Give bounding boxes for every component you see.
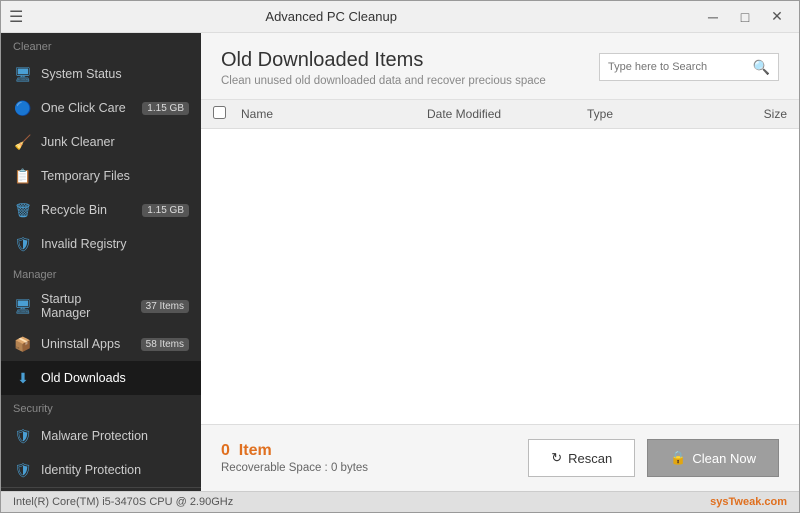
- footer-info: 0 Item Recoverable Space : 0 bytes: [221, 442, 368, 474]
- search-input[interactable]: [608, 61, 753, 73]
- sidebar-item-label: Identity Protection: [41, 463, 189, 477]
- sidebar-item-label: Startup Manager: [41, 292, 133, 320]
- sidebar: Cleaner 🖥 System Status 🔵 One Click Care…: [1, 33, 201, 491]
- uninstall-badge: 58 Items: [141, 338, 189, 351]
- rescan-icon: ↻: [551, 450, 562, 466]
- sidebar-item-label: Temporary Files: [41, 169, 189, 183]
- sidebar-item-junk-cleaner[interactable]: 🧹 Junk Cleaner: [1, 125, 201, 159]
- header-size: Size: [707, 107, 787, 121]
- startup-badge: 37 Items: [141, 300, 189, 313]
- identity-icon: 🛡: [13, 460, 33, 480]
- header-date-modified: Date Modified: [427, 107, 587, 121]
- junk-icon: 🧹: [13, 132, 33, 152]
- sidebar-item-one-click-care[interactable]: 🔵 One Click Care 1.15 GB: [1, 91, 201, 125]
- sidebar-item-malware-protection[interactable]: 🛡 Malware Protection: [1, 419, 201, 453]
- hamburger-icon[interactable]: ☰: [9, 7, 23, 27]
- table-area: Name Date Modified Type Size: [201, 100, 799, 424]
- cleaner-section-label: Cleaner: [1, 33, 201, 57]
- monitor-icon: 🖥: [13, 64, 33, 84]
- sidebar-item-startup-manager[interactable]: 🖥 Startup Manager 37 Items: [1, 285, 201, 327]
- clean-icon: 🔒: [670, 450, 686, 466]
- sidebar-item-identity-protection[interactable]: 🛡 Identity Protection: [1, 453, 201, 487]
- main-content: Cleaner 🖥 System Status 🔵 One Click Care…: [1, 33, 799, 491]
- sidebar-item-label: Uninstall Apps: [41, 337, 133, 351]
- title-bar-left: ☰: [9, 7, 23, 27]
- footer-actions: ↻ Rescan 🔒 Clean Now: [528, 439, 779, 477]
- malware-icon: 🛡: [13, 426, 33, 446]
- downloads-icon: ⬇: [13, 368, 33, 388]
- temp-icon: 📋: [13, 166, 33, 186]
- brand-prefix: sys: [710, 496, 728, 508]
- sidebar-item-label: Old Downloads: [41, 371, 189, 385]
- sidebar-item-label: One Click Care: [41, 101, 134, 115]
- brand-suffix: .com: [761, 496, 787, 508]
- panel-header: Old Downloaded Items Clean unused old do…: [201, 33, 799, 100]
- item-count-number: 0: [221, 442, 230, 459]
- item-count-label: Item: [239, 442, 272, 459]
- sidebar-item-temporary-files[interactable]: 📋 Temporary Files: [1, 159, 201, 193]
- select-all-checkbox[interactable]: [213, 106, 226, 119]
- startup-icon: 🖥: [13, 296, 33, 316]
- sidebar-item-uninstall-apps[interactable]: 📦 Uninstall Apps 58 Items: [1, 327, 201, 361]
- sidebar-item-label: System Status: [41, 67, 189, 81]
- panel-header-left: Old Downloaded Items Clean unused old do…: [221, 49, 546, 87]
- maximize-button[interactable]: □: [731, 6, 759, 28]
- recoverable-space: Recoverable Space : 0 bytes: [221, 462, 368, 474]
- header-type: Type: [587, 107, 707, 121]
- clean-now-button[interactable]: 🔒 Clean Now: [647, 439, 779, 477]
- table-header: Name Date Modified Type Size: [201, 100, 799, 129]
- panel-footer: 0 Item Recoverable Space : 0 bytes ↻ Res…: [201, 424, 799, 491]
- search-box: 🔍: [599, 53, 779, 81]
- brand-name: Tweak: [729, 496, 762, 508]
- sidebar-item-label: Recycle Bin: [41, 203, 134, 217]
- uninstall-icon: 📦: [13, 334, 33, 354]
- security-section-label: Security: [1, 395, 201, 419]
- panel-subtitle: Clean unused old downloaded data and rec…: [221, 75, 546, 87]
- table-empty-area: [201, 129, 799, 329]
- brand-info: sysTweak.com: [710, 496, 787, 508]
- cpu-info: Intel(R) Core(TM) i5-3470S CPU @ 2.90GHz: [13, 496, 233, 508]
- clean-label: Clean Now: [692, 451, 756, 466]
- minimize-button[interactable]: ─: [699, 6, 727, 28]
- title-bar: ☰ Advanced PC Cleanup ─ □ ✕: [1, 1, 799, 33]
- close-button[interactable]: ✕: [763, 6, 791, 28]
- main-window: ☰ Advanced PC Cleanup ─ □ ✕ Cleaner 🖥 Sy…: [0, 0, 800, 513]
- right-panel: Old Downloaded Items Clean unused old do…: [201, 33, 799, 491]
- sidebar-item-label: Malware Protection: [41, 429, 189, 443]
- status-bar: Intel(R) Core(TM) i5-3470S CPU @ 2.90GHz…: [1, 491, 799, 512]
- rescan-label: Rescan: [568, 451, 612, 466]
- one-click-icon: 🔵: [13, 98, 33, 118]
- sidebar-item-label: Junk Cleaner: [41, 135, 189, 149]
- manager-section-label: Manager: [1, 261, 201, 285]
- header-name: Name: [241, 107, 427, 121]
- header-checkbox-col: [213, 106, 241, 122]
- one-click-badge: 1.15 GB: [142, 102, 189, 115]
- sidebar-item-old-downloads[interactable]: ⬇ Old Downloads: [1, 361, 201, 395]
- recycle-badge: 1.15 GB: [142, 204, 189, 217]
- search-icon[interactable]: 🔍: [753, 59, 770, 76]
- rescan-button[interactable]: ↻ Rescan: [528, 439, 635, 477]
- recycle-icon: 🗑: [13, 200, 33, 220]
- window-title: Advanced PC Cleanup: [23, 9, 639, 24]
- item-count: 0 Item: [221, 442, 368, 460]
- sidebar-item-system-status[interactable]: 🖥 System Status: [1, 57, 201, 91]
- sidebar-item-recycle-bin[interactable]: 🗑 Recycle Bin 1.15 GB: [1, 193, 201, 227]
- panel-title: Old Downloaded Items: [221, 49, 546, 72]
- registry-icon: 🛡: [13, 234, 33, 254]
- sidebar-item-invalid-registry[interactable]: 🛡 Invalid Registry: [1, 227, 201, 261]
- title-bar-controls: ─ □ ✕: [699, 6, 791, 28]
- sidebar-item-label: Invalid Registry: [41, 237, 189, 251]
